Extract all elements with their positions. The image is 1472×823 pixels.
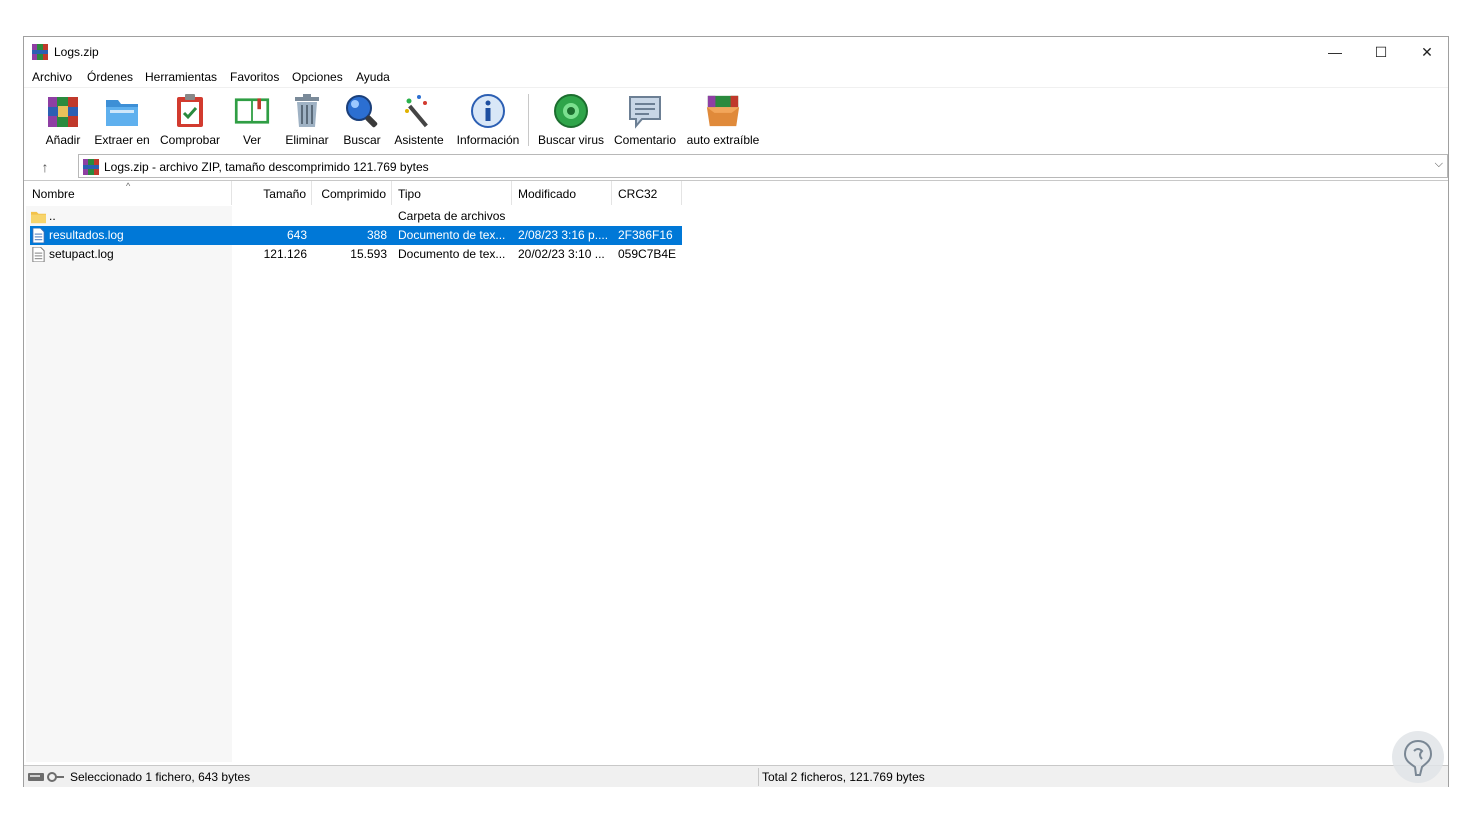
column-headers: Nombre ^ Tamaño Comprimido Tipo Modifica…	[24, 181, 1448, 205]
sort-ascending-icon: ^	[126, 181, 131, 191]
path-combobox[interactable]: Logs.zip - archivo ZIP, tamaño descompri…	[78, 154, 1448, 178]
text-file-icon	[32, 247, 45, 262]
find-label: Buscar	[343, 133, 381, 147]
virus-scan-icon	[553, 92, 589, 130]
maximize-button[interactable]: ☐	[1358, 37, 1404, 67]
col-header-name-label: Nombre	[32, 187, 75, 201]
file-crc: 059C7B4E	[618, 247, 677, 261]
menu-ayuda[interactable]: Ayuda	[356, 70, 390, 84]
wizard-wand-icon	[401, 92, 437, 130]
col-header-modified[interactable]: Modificado	[512, 181, 612, 205]
menu-herramientas[interactable]: Herramientas	[145, 70, 217, 84]
menu-archivo[interactable]: Archivo	[32, 70, 72, 84]
comment-label: Comentario	[613, 133, 677, 147]
test-button[interactable]: Comprobar	[158, 92, 222, 150]
drive-key-icon	[28, 772, 64, 782]
menu-bar: Archivo Órdenes Herramientas Favoritos O…	[24, 67, 1448, 87]
archive-icon	[83, 159, 99, 175]
file-type: Documento de tex...	[398, 228, 506, 242]
file-packed: 15.593	[350, 247, 387, 261]
info-icon	[470, 92, 506, 130]
virus-scan-label: Buscar virus	[537, 133, 605, 147]
menu-ordenes[interactable]: Órdenes	[87, 70, 133, 84]
extract-to-label: Extraer en	[94, 133, 150, 147]
wizard-button[interactable]: Asistente	[393, 92, 445, 150]
status-total-text: Total 2 ficheros, 121.769 bytes	[762, 770, 925, 784]
extract-to-button[interactable]: Extraer en	[94, 92, 150, 150]
file-name: ..	[49, 209, 56, 223]
col-header-crc[interactable]: CRC32	[612, 181, 682, 205]
add-button[interactable]: Añadir	[44, 92, 82, 150]
file-crc: 2F386F16	[618, 228, 673, 242]
comment-button[interactable]: Comentario	[612, 92, 678, 150]
file-modified: 2/08/23 3:16 p....	[518, 228, 609, 242]
title-bar[interactable]: Logs.zip — ☐ ✕	[24, 37, 1448, 67]
address-bar: ↑ Logs.zip - archivo ZIP, tamaño descomp…	[24, 153, 1448, 181]
sfx-button[interactable]: auto extraíble	[686, 92, 760, 150]
delete-label: Eliminar	[285, 133, 329, 147]
up-folder-button[interactable]: ↑	[34, 157, 56, 177]
close-button[interactable]: ✕	[1404, 37, 1450, 67]
magnifier-icon	[344, 92, 380, 130]
delete-button[interactable]: Eliminar	[283, 92, 331, 150]
col-header-type[interactable]: Tipo	[392, 181, 512, 205]
extract-folder-icon	[104, 92, 140, 130]
test-clipboard-icon	[172, 92, 208, 130]
winrar-window: Logs.zip — ☐ ✕ Archivo Órdenes Herramien…	[23, 36, 1449, 787]
list-item-selected[interactable]: resultados.log 643 388 Documento de tex.…	[30, 226, 682, 245]
file-size: 121.126	[263, 247, 307, 261]
file-list: Nombre ^ Tamaño Comprimido Tipo Modifica…	[24, 180, 1448, 763]
file-type: Carpeta de archivos	[398, 209, 506, 223]
add-label: Añadir	[45, 133, 81, 147]
name-column-background	[26, 206, 232, 762]
sfx-box-icon	[705, 92, 741, 130]
winrar-app-icon	[32, 44, 48, 60]
file-size: 643	[286, 228, 307, 242]
list-item[interactable]: setupact.log 121.126 15.593 Documento de…	[30, 245, 682, 264]
view-book-icon	[234, 92, 270, 130]
list-item-parent[interactable]: .. Carpeta de archivos	[30, 207, 682, 226]
status-selection-text: Seleccionado 1 fichero, 643 bytes	[70, 770, 251, 784]
virus-scan-button[interactable]: Buscar virus	[538, 92, 604, 150]
view-button[interactable]: Ver	[231, 92, 273, 150]
chevron-down-icon[interactable]: ⌵	[1435, 158, 1443, 171]
watermark-logo	[1392, 731, 1444, 783]
test-label: Comprobar	[159, 133, 221, 147]
status-bar: Seleccionado 1 fichero, 643 bytes Total …	[24, 765, 1448, 787]
sfx-label: auto extraíble	[686, 133, 760, 147]
window-title: Logs.zip	[54, 45, 99, 59]
trash-icon	[289, 92, 325, 130]
toolbar-separator	[528, 94, 529, 146]
file-type: Documento de tex...	[398, 247, 506, 261]
comment-icon	[627, 92, 663, 130]
info-label: Información	[456, 133, 520, 147]
status-divider	[758, 768, 759, 786]
file-packed: 388	[366, 228, 387, 242]
add-archive-icon	[45, 92, 81, 130]
folder-up-icon	[31, 211, 46, 224]
toolbar: Añadir Extraer en Comprobar Ver Eliminar…	[24, 87, 1448, 151]
view-label: Ver	[242, 133, 261, 147]
menu-favoritos[interactable]: Favoritos	[230, 70, 279, 84]
col-header-name[interactable]: Nombre ^	[26, 181, 232, 205]
info-button[interactable]: Información	[454, 92, 522, 150]
path-text: Logs.zip - archivo ZIP, tamaño descompri…	[104, 160, 429, 174]
col-header-size[interactable]: Tamaño	[232, 181, 312, 205]
file-modified: 20/02/23 3:10 ...	[518, 247, 605, 261]
file-name: setupact.log	[49, 247, 114, 261]
find-button[interactable]: Buscar	[342, 92, 382, 150]
text-file-icon	[32, 228, 45, 243]
wizard-label: Asistente	[394, 133, 444, 147]
minimize-button[interactable]: —	[1312, 37, 1358, 67]
file-name: resultados.log	[49, 228, 124, 242]
menu-opciones[interactable]: Opciones	[292, 70, 343, 84]
col-header-packed[interactable]: Comprimido	[312, 181, 392, 205]
